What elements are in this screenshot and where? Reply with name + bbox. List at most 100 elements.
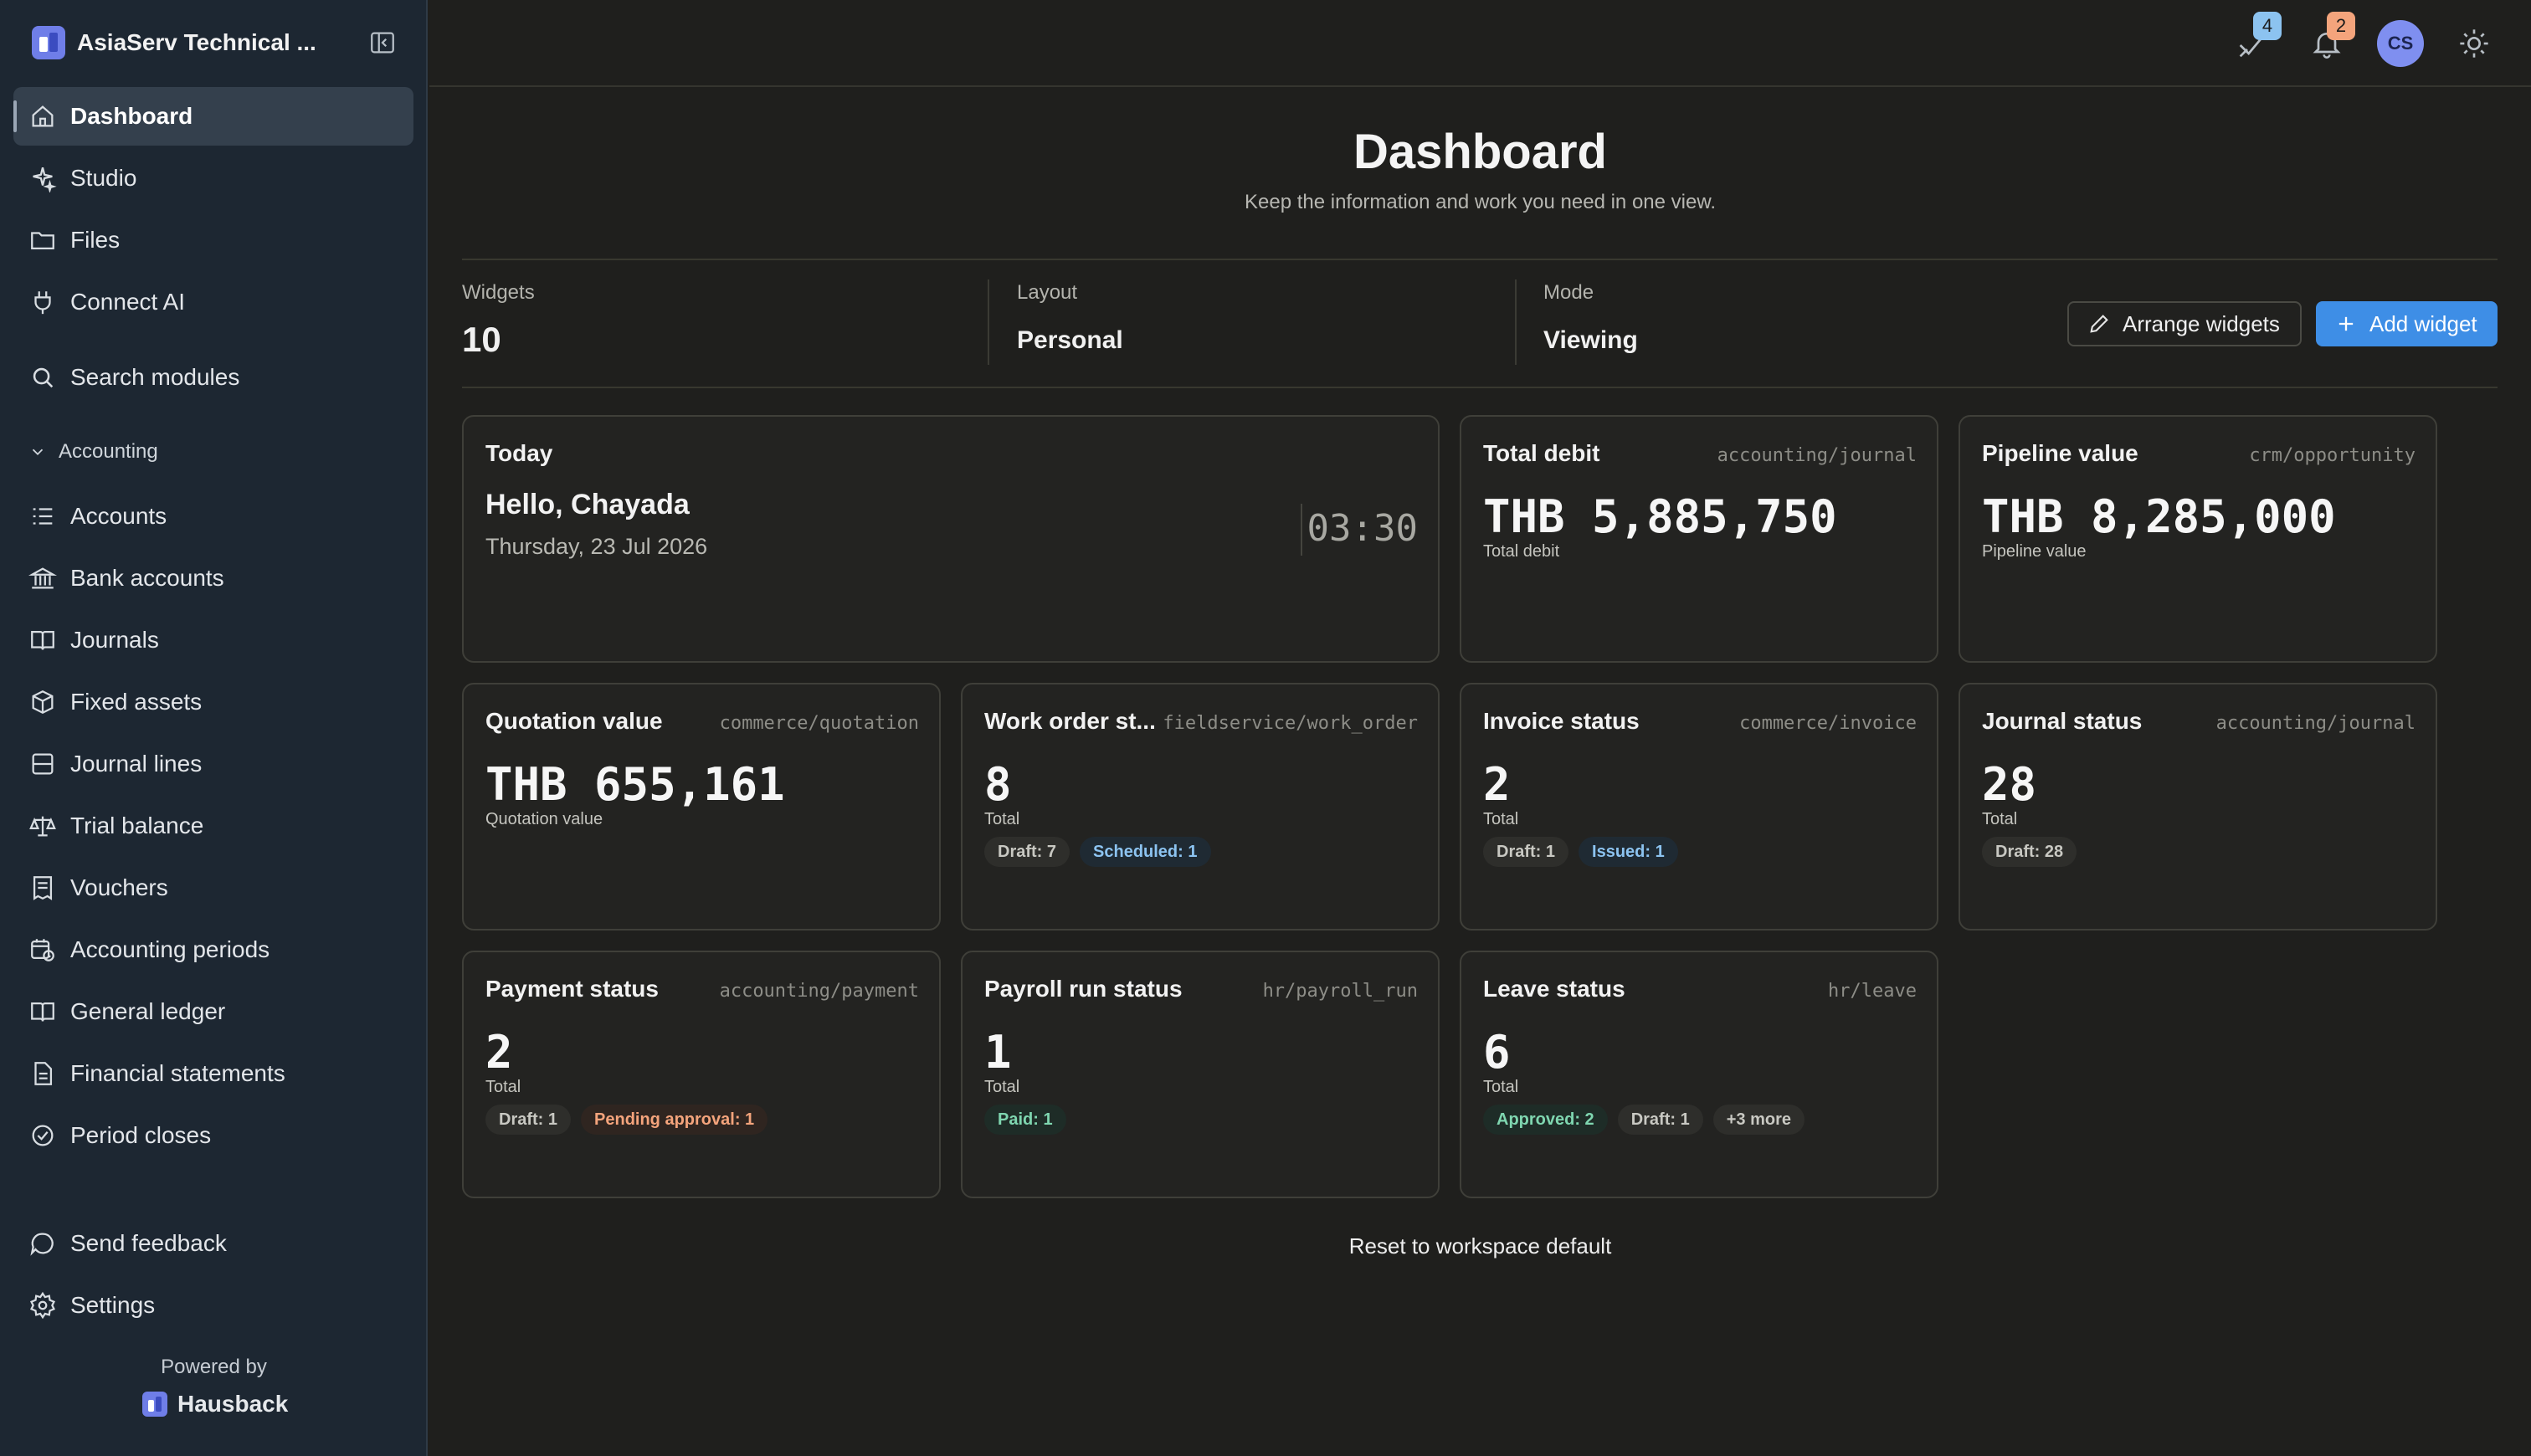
status-badge: Paid: 1 [984, 1105, 1066, 1135]
stat-separator [1515, 279, 1517, 365]
sidebar-item-accounts[interactable]: Accounts [13, 487, 413, 546]
workspace-switcher[interactable]: AsiaServ Technical ... [32, 23, 316, 62]
sidebar-item-journal-lines[interactable]: Journal lines [13, 735, 413, 793]
widget-caption: Quotation value [485, 810, 603, 828]
sidebar-item-label: Journal lines [70, 751, 203, 777]
sidebar-item-financial-statements[interactable]: Financial statements [13, 1044, 413, 1103]
clock-time: 03:30 [1307, 507, 1418, 550]
divider [462, 387, 2498, 388]
widget-caption: Total [984, 1078, 1020, 1096]
sidebar-item-general-ledger[interactable]: General ledger [13, 982, 413, 1041]
section-label: Accounting [59, 440, 158, 463]
journal-status-widget[interactable]: Journal status accounting/journal 28 Tot… [1959, 683, 2437, 931]
today-widget[interactable]: Today Hello, Chayada Thursday, 23 Jul 20… [462, 415, 1440, 663]
mode-label: Mode [1543, 281, 1594, 304]
collapse-sidebar-icon[interactable] [368, 28, 397, 57]
workspace-logo-icon [32, 26, 65, 59]
widget-value: 8 [984, 758, 1012, 811]
accounting-section-toggle[interactable]: Accounting [28, 440, 158, 464]
sidebar-item-vouchers[interactable]: Vouchers [13, 859, 413, 917]
arrange-widgets-button[interactable]: Arrange widgets [2067, 301, 2302, 346]
payroll-run-status-widget[interactable]: Payroll run status hr/payroll_run 1 Tota… [961, 951, 1440, 1198]
widget-title: Invoice status [1483, 708, 1640, 734]
sidebar-item-studio[interactable]: Studio [13, 149, 413, 208]
chevron-down-icon [32, 449, 44, 456]
search-icon [28, 363, 57, 392]
sidebar-item-bank-accounts[interactable]: Bank accounts [13, 549, 413, 608]
widget-source-path: commerce/quotation [719, 713, 919, 734]
widget-value: THB 655,161 [485, 758, 785, 811]
book-icon [28, 626, 57, 654]
leave-status-widget[interactable]: Leave status hr/leave 6 Total Approved: … [1460, 951, 1938, 1198]
sidebar-item-files[interactable]: Files [13, 211, 413, 269]
sidebar-item-accounting-periods[interactable]: Accounting periods [13, 920, 413, 979]
widget-caption: Total [984, 810, 1020, 828]
bank-icon [28, 564, 58, 592]
widget-caption: Pipeline value [1982, 542, 2087, 561]
search-modules-button[interactable]: Search modules [13, 348, 413, 407]
send-feedback-button[interactable]: Send feedback [13, 1214, 413, 1273]
sidebar-item-label: Dashboard [70, 103, 193, 129]
status-badge: Draft: 28 [1982, 837, 2077, 867]
payment-status-widget[interactable]: Payment status accounting/payment 2 Tota… [462, 951, 941, 1198]
widget-title: Today [485, 440, 553, 466]
layout-value: Personal [1017, 326, 1123, 354]
chat-icon [28, 1229, 57, 1258]
sidebar-item-journals[interactable]: Journals [13, 611, 413, 669]
sidebar-item-dashboard[interactable]: Dashboard [13, 87, 413, 146]
search-modules-label: Search modules [70, 364, 240, 390]
widget-value: 6 [1483, 1026, 1511, 1079]
widget-source-path: crm/opportunity [2249, 445, 2415, 466]
layout-label: Layout [1017, 281, 1078, 304]
date-text: Thursday, 23 Jul 2026 [485, 534, 708, 559]
quotation-value-widget[interactable]: Quotation value commerce/quotation THB 6… [462, 683, 941, 931]
book-open-icon [28, 997, 57, 1026]
sidebar-item-label: Vouchers [70, 874, 168, 900]
widget-caption: Total [1483, 810, 1519, 828]
total-debit-widget[interactable]: Total debit accounting/journal THB 5,885… [1460, 415, 1938, 663]
status-chips: Paid: 1 [984, 1105, 1076, 1135]
divider [462, 259, 2498, 260]
widget-value: 1 [984, 1026, 1012, 1079]
more-statuses-badge[interactable]: +3 more [1712, 1105, 1805, 1135]
widget-title: Quotation value [485, 708, 663, 734]
sidebar-item-label: Studio [70, 165, 137, 191]
plug-icon [28, 288, 57, 316]
arrange-widgets-label: Arrange widgets [2123, 310, 2280, 336]
sidebar-item-label: Send feedback [70, 1230, 227, 1256]
status-badge: Draft: 1 [1617, 1105, 1703, 1135]
sidebar-item-fixed-assets[interactable]: Fixed assets [13, 673, 413, 731]
powered-brand[interactable]: Hausback [142, 1391, 288, 1418]
sidebar-item-connect-ai[interactable]: Connect AI [13, 273, 413, 331]
sidebar-item-period-closes[interactable]: Period closes [13, 1106, 413, 1165]
widget-source-path: commerce/invoice [1739, 713, 1917, 734]
widget-source-path: fieldservice/work_order [1163, 713, 1418, 734]
powered-by-text: Powered by [161, 1356, 267, 1378]
sidebar-item-trial-balance[interactable]: Trial balance [13, 797, 413, 855]
status-badge: Draft: 7 [984, 837, 1070, 867]
calendar-clock-icon [28, 936, 57, 964]
widget-source-path: hr/leave [1828, 981, 1917, 1002]
avatar[interactable]: CS [2377, 20, 2424, 67]
reset-to-default-button[interactable]: Reset to workspace default [429, 1233, 2531, 1259]
workspace-name: AsiaServ Technical ... [77, 29, 316, 55]
sidebar-item-label: Bank accounts [70, 565, 224, 591]
feedback-badge: 4 [2253, 12, 2282, 40]
widget-value: 2 [485, 1026, 513, 1079]
widget-title: Payroll run status [984, 976, 1183, 1002]
theme-toggle-sun-icon[interactable] [2457, 27, 2491, 60]
sidebar-item-label: Files [70, 227, 121, 253]
widget-title: Total debit [1483, 440, 1600, 466]
widget-caption: Total [485, 1078, 521, 1096]
add-widget-button[interactable]: Add widget [2316, 301, 2498, 346]
work-order-status-widget[interactable]: Work order st... fieldservice/work_order… [961, 683, 1440, 931]
sidebar-item-label: Connect AI [70, 289, 185, 315]
page-subtitle: Keep the information and work you need i… [1244, 191, 1717, 213]
widget-source-path: hr/payroll_run [1262, 981, 1418, 1002]
widgets-count-label: Widgets [462, 281, 535, 304]
box-icon [28, 688, 57, 716]
mode-value: Viewing [1543, 326, 1638, 354]
settings-button[interactable]: Settings [13, 1276, 413, 1335]
pipeline-value-widget[interactable]: Pipeline value crm/opportunity THB 8,285… [1959, 415, 2437, 663]
invoice-status-widget[interactable]: Invoice status commerce/invoice 2 Total … [1460, 683, 1938, 931]
